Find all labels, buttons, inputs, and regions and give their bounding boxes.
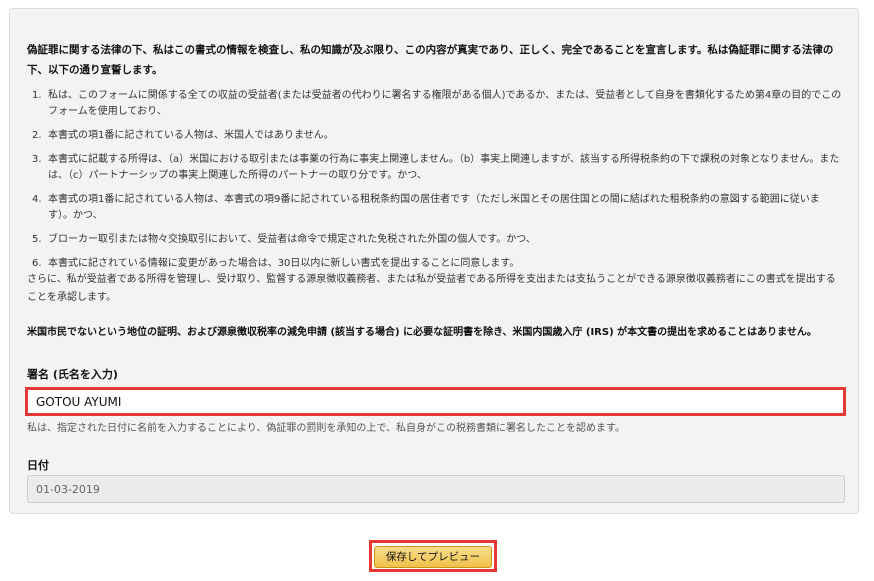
declaration-panel: 偽証罪に関する法律の下、私はこの書式の情報を検査し、私の知識が及ぶ限り、この内容… (9, 8, 859, 514)
list-item: 3. 本書式に記載する所得は、（a）米国における取引または事業の行為に事実上関連… (32, 152, 844, 184)
list-item-text: 本書式に記載する所得は、（a）米国における取引または事業の行為に事実上関連しませ… (48, 154, 840, 181)
signature-input[interactable] (28, 390, 843, 413)
date-label: 日付 (27, 459, 49, 472)
signature-label: 署名 (氏名を入力) (27, 368, 118, 381)
list-item-number: 2. (32, 130, 42, 141)
list-item-number: 3. (32, 154, 42, 165)
declaration-list: 1. 私は、このフォームに関係する全ての収益の受益者(または受益者の代わりに署名… (32, 88, 844, 280)
list-item: 5. ブローカー取引または物々交換取引において、受益者は命令で規定された免税され… (32, 232, 844, 248)
list-item: 2. 本書式の項1番に記されている人物は、米国人ではありません。 (32, 128, 844, 144)
list-item-number: 4. (32, 194, 42, 205)
list-item-text: 本書式の項1番に記されている人物は、本書式の項9番に記されている租税条約国の居住… (48, 194, 820, 221)
list-item-number: 5. (32, 234, 42, 245)
list-item-text: ブローカー取引または物々交換取引において、受益者は命令で規定された免税された外国… (48, 234, 536, 245)
signature-note: 私は、指定された日付に名前を入力することにより、偽証罪の罰則を承知の上で、私自身… (27, 423, 625, 434)
list-item-number: 1. (32, 90, 42, 101)
irs-notice: 米国市民でないという地位の証明、および源泉徴収税率の減免申請 (該当する場合) … (27, 327, 817, 338)
list-item-text: 本書式の項1番に記されている人物は、米国人ではありません。 (48, 130, 334, 141)
save-button-highlight: 保存してプレビュー (369, 540, 497, 572)
date-field[interactable] (27, 475, 845, 503)
list-item: 1. 私は、このフォームに関係する全ての収益の受益者(または受益者の代わりに署名… (32, 88, 844, 120)
signature-field-highlight (25, 387, 846, 416)
list-item-text: 本書式に記されている情報に変更があった場合は、30日以内に新しい書式を提出するこ… (48, 258, 520, 269)
authorization-text: さらに、私が受益者である所得を管理し、受け取り、監督する源泉徴収義務者、または私… (27, 274, 836, 303)
list-item-text: 私は、このフォームに関係する全ての収益の受益者(または受益者の代わりに署名する権… (48, 90, 842, 117)
save-preview-button[interactable]: 保存してプレビュー (374, 545, 492, 568)
list-item: 4. 本書式の項1番に記されている人物は、本書式の項9番に記されている租税条約国… (32, 192, 844, 224)
list-item-number: 6. (32, 258, 42, 269)
list-item: 6. 本書式に記されている情報に変更があった場合は、30日以内に新しい書式を提出… (32, 256, 844, 272)
declaration-intro: 偽証罪に関する法律の下、私はこの書式の情報を検査し、私の知識が及ぶ限り、この内容… (27, 44, 834, 76)
